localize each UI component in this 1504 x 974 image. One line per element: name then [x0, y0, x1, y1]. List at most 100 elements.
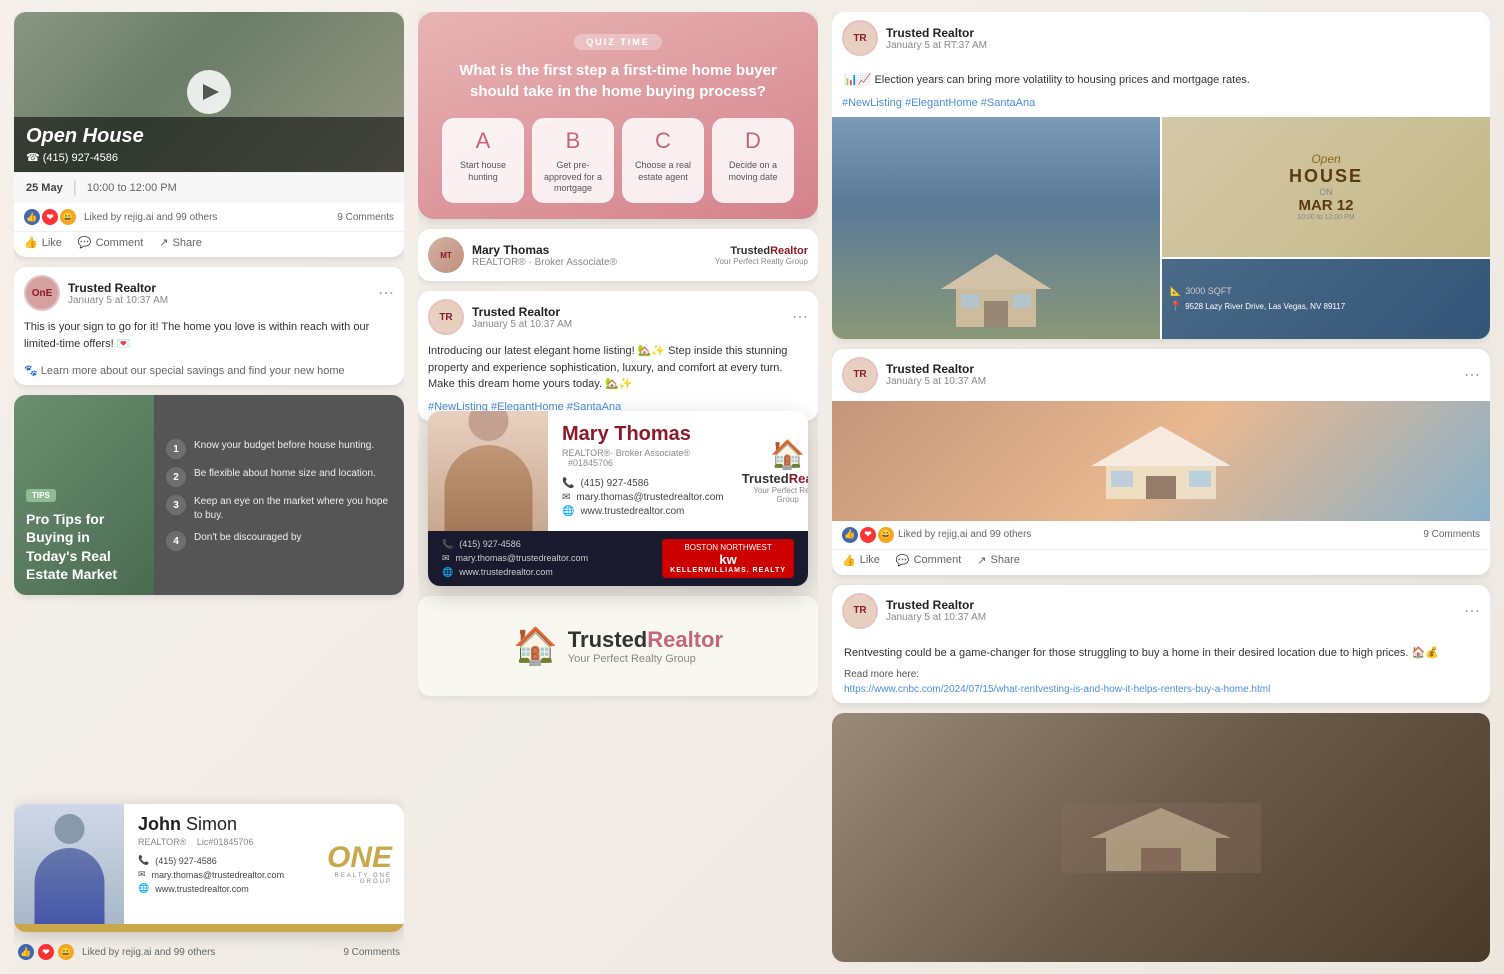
tip-number-3: 3	[166, 495, 186, 515]
share-icon-2: ↗	[977, 554, 986, 567]
mary-website-row: 🌐 www.trustedrealtor.com	[562, 506, 724, 517]
one-logo-sub: REALTY ONE GROUP	[310, 873, 392, 885]
john-last-name: Simon	[186, 814, 237, 834]
kw-badge: BOSTON NORTHWEST kw KELLERWILLIAMS. REAL…	[662, 539, 794, 578]
tip-item-2: 2 Be flexible about home size and locati…	[166, 467, 392, 487]
middle-column: QUIZ TIME What is the first step a first…	[418, 12, 818, 962]
tr-avatar-mid: TR	[428, 299, 464, 335]
oh-house-text: HOUSE	[1289, 166, 1363, 187]
tr-avatar-right: TR	[842, 20, 878, 56]
open-house-date: 25 May	[26, 182, 63, 194]
house-svg	[936, 249, 1056, 329]
love-reaction: ❤	[42, 209, 58, 225]
open-house-title: Open House	[26, 125, 392, 148]
phone-icon-mary: 📞	[562, 478, 574, 489]
open-house-time: 10:00 to 12:00 PM	[87, 182, 177, 194]
like-reaction-2: 👍	[18, 944, 34, 960]
mary-bottom-website: 🌐 www.trustedrealtor.com	[442, 567, 588, 578]
quiz-option-a[interactable]: A Start house hunting	[442, 118, 524, 203]
rentvest-link[interactable]: https://www.cnbc.com/2024/07/15/what-ren…	[832, 684, 1490, 703]
quiz-option-c[interactable]: C Choose a real estate agent	[622, 118, 704, 203]
business-card-inner: John Simon REALTOR® Lic#01845706 📞 (415)…	[14, 804, 404, 924]
open-house-badge: Open House ☎ (415) 927-4586	[14, 117, 404, 172]
kw-main: kw	[670, 552, 786, 567]
location-icon: 📍	[1170, 301, 1181, 312]
mary-bottom-email: ✉ mary.thomas@trustedrealtor.com	[442, 553, 588, 564]
john-card-reactions: 👍 ❤ 😄 Liked by rejig.ai and 99 others 9 …	[14, 942, 404, 962]
quiz-letter-a: A	[476, 128, 491, 154]
quiz-label-c: Choose a real estate agent	[628, 160, 698, 183]
quiz-letter-b: B	[566, 128, 581, 154]
quiz-option-d[interactable]: D Decide on a moving date	[712, 118, 794, 203]
ruler-icon: 📐	[1170, 286, 1181, 297]
phone-icon-bottom: 📞	[442, 539, 453, 550]
action-buttons: 👍 Like 💬 Comment ↗ Share	[14, 231, 404, 257]
share-icon: ↗	[159, 236, 168, 249]
tip-text-1: Know your budget before house hunting.	[194, 439, 374, 453]
play-button[interactable]	[187, 70, 231, 114]
globe-icon-mary: 🌐	[562, 506, 574, 517]
mary-post-author: Mary Thomas	[472, 243, 707, 257]
john-liked-text: Liked by rejig.ai and 99 others	[82, 947, 339, 958]
mary-photo	[428, 411, 548, 531]
tips-badge: TIPS	[26, 489, 56, 502]
mary-bottom-phone: 📞 (415) 927-4586	[442, 539, 588, 550]
tip-number-2: 2	[166, 467, 186, 487]
comment-icon-2: 💬	[896, 554, 910, 567]
tr-big-icon: 🏠	[513, 625, 558, 667]
quiz-option-b[interactable]: B Get pre-approved for a mortgage	[532, 118, 614, 203]
elegant-comment-btn[interactable]: 💬 Comment	[896, 554, 961, 567]
open-house-collage: Open HOUSE ON MAR 12 10:00 to 12:00 PM 📐…	[832, 117, 1490, 339]
more-options-icon-2[interactable]: ⋯	[792, 307, 808, 327]
more-options-icon-rentvest[interactable]: ⋯	[1464, 601, 1480, 621]
more-options-icon[interactable]: ⋯	[378, 283, 394, 303]
tr-logo-large-sub: Your Perfect Realty Group	[568, 653, 723, 665]
elegant-right-meta: Trusted Realtor January 5 at 10:37 AM	[886, 362, 1456, 387]
elegant-post-actions: 👍 ❤ 😄 Liked by rejig.ai and 99 others 9 …	[832, 521, 1490, 549]
tr-house-icon: 🏠	[742, 438, 808, 471]
share-label: Share	[173, 237, 202, 249]
like-button[interactable]: 👍 Like	[24, 236, 62, 249]
house-svg-2	[1081, 421, 1241, 501]
mary-phone-row: 📞 (415) 927-4586	[562, 478, 724, 489]
john-photo	[14, 804, 124, 924]
quiz-options: A Start house hunting B Get pre-approved…	[434, 118, 802, 203]
quiz-label-d: Decide on a moving date	[718, 160, 788, 183]
mary-post-meta: Mary Thomas REALTOR® · Broker Associate®	[472, 243, 707, 268]
share-button[interactable]: ↗ Share	[159, 236, 202, 249]
one-logo-text: ONE	[310, 843, 392, 873]
elegant-post-image	[832, 401, 1490, 521]
mary-avatar-small: MT	[428, 237, 464, 273]
mary-post-header: MT Mary Thomas REALTOR® · Broker Associa…	[418, 229, 818, 281]
mary-logo-side: 🏠 TrustedRealtor Your Perfect Realty Gro…	[738, 411, 808, 531]
mary-info: Mary Thomas REALTOR®· Broker Associate® …	[548, 411, 738, 531]
mary-contact: 📞 (415) 927-4586 ✉ mary.thomas@trustedre…	[562, 478, 724, 517]
tip-text-4: Don't be discouraged by	[194, 531, 302, 545]
quiz-question: What is the first step a first-time home…	[434, 60, 802, 102]
elegant-share-btn[interactable]: ↗ Share	[977, 554, 1020, 567]
liked-by-text: Liked by rejig.ai and 99 others	[84, 212, 333, 223]
collage-open-house-text: Open HOUSE ON MAR 12 10:00 to 12:00 PM	[1162, 117, 1490, 257]
like-icon: 👍	[24, 236, 38, 249]
rentvest-author: Trusted Realtor	[886, 598, 1456, 612]
post-author: Trusted Realtor	[68, 281, 370, 295]
election-post-hashtags[interactable]: #NewListing #ElegantHome #SantaAna	[832, 97, 1490, 117]
tr-text-block: TrustedRealtor Your Perfect Realty Group	[568, 627, 723, 665]
john-title: REALTOR® Lic#01845706	[138, 837, 284, 847]
elegant-like-btn[interactable]: 👍 Like	[842, 554, 880, 567]
rentvest-date: January 5 at 10:37 AM	[886, 612, 1456, 623]
tip-item-3: 3 Keep an eye on the market where you ho…	[166, 495, 392, 523]
election-post: TR Trusted Realtor January 5 at RT:37 AM…	[832, 12, 1490, 339]
elegant-post-body: Introducing our latest elegant home list…	[418, 343, 818, 401]
more-options-icon-right[interactable]: ⋯	[1464, 365, 1480, 385]
comment-label: Comment	[96, 237, 144, 249]
post-link[interactable]: 🐾 Learn more about our special savings a…	[14, 360, 404, 385]
tr-logo-sub: Your Perfect Realty Group	[742, 486, 808, 504]
post-body: This is your sign to go for it! The home…	[14, 319, 404, 360]
tip-text-2: Be flexible about home size and location…	[194, 467, 376, 481]
avatar: OnE	[24, 275, 60, 311]
trusted-realtor-logo-card: 🏠 TrustedRealtor Your Perfect Realty Gro…	[418, 596, 818, 696]
bottom-house-svg	[1061, 803, 1261, 873]
quiz-badge-area: QUIZ TIME	[434, 32, 802, 50]
comment-button[interactable]: 💬 Comment	[78, 236, 143, 249]
